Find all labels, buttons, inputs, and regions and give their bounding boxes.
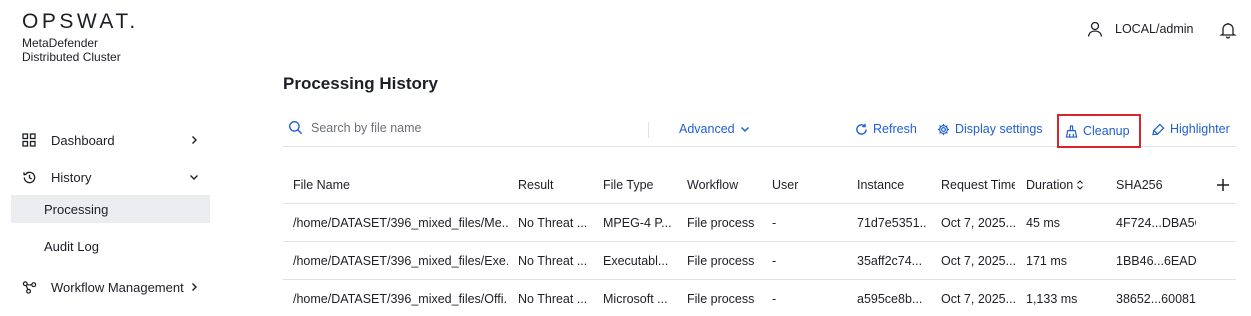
cell-sha256: 4F724...DBA5C (1116, 216, 1196, 230)
sidebar-item-label: Audit Log (44, 238, 99, 254)
search-box (288, 120, 628, 135)
column-header-file-name[interactable]: File Name (293, 166, 508, 204)
sidebar-item-history[interactable]: History (11, 163, 210, 191)
brand: OPSWAT. MetaDefender Distributed Cluster (22, 10, 139, 64)
highlighter-button[interactable]: Highlighter (1152, 122, 1230, 136)
column-header-duration[interactable]: Duration (1026, 166, 1106, 204)
cell-file-name: /home/DATASET/396_mixed_files/Me... (293, 216, 508, 230)
table-row[interactable]: /home/DATASET/396_mixed_files/Exe... No … (283, 242, 1236, 280)
cell-user: - (772, 216, 777, 230)
opswat-logo: OPSWAT. (22, 10, 139, 33)
cell-result: No Threat ... (518, 254, 588, 268)
sort-icon[interactable] (1076, 180, 1084, 190)
column-header-instance[interactable]: Instance (857, 166, 927, 204)
processing-history-table: File Name Result File Type Workflow User… (283, 166, 1236, 316)
bell-icon[interactable] (1219, 21, 1237, 39)
cell-file-type: Executabl... (603, 254, 669, 268)
cell-request-time: Oct 7, 2025... (941, 216, 1015, 230)
user-icon (1087, 21, 1103, 37)
advanced-filter-button[interactable]: Advanced (679, 122, 750, 136)
sidebar-item-label: Processing (44, 201, 109, 217)
cell-sha256: 1BB46...6EADE (1116, 254, 1196, 268)
advanced-label: Advanced (679, 122, 735, 136)
sidebar-item-label: Workflow Management (51, 279, 184, 295)
cell-request-time: Oct 7, 2025... (941, 292, 1015, 306)
table-header: File Name Result File Type Workflow User… (283, 166, 1236, 204)
sidebar-item-audit-log[interactable]: Audit Log (11, 232, 210, 260)
grid-icon (20, 131, 38, 149)
cell-result: No Threat ... (518, 292, 588, 306)
table-row[interactable]: /home/DATASET/396_mixed_files/Offi... No… (283, 280, 1236, 316)
cell-duration: 171 ms (1026, 254, 1067, 268)
duration-header-label: Duration (1026, 178, 1074, 192)
cell-user: - (772, 292, 777, 306)
refresh-button[interactable]: Refresh (855, 122, 917, 136)
chevron-right-icon (187, 280, 201, 294)
cell-workflow: File process (687, 254, 755, 268)
history-icon (20, 168, 38, 186)
highlighter-icon (1152, 123, 1165, 135)
sidebar-item-dashboard[interactable]: Dashboard (11, 126, 210, 154)
cell-duration: 1,133 ms (1026, 292, 1078, 306)
cell-instance: a595ce8b... (857, 292, 923, 306)
sidebar-item-label: Dashboard (51, 132, 115, 148)
sidebar-item-label: History (51, 169, 92, 185)
cell-file-name: /home/DATASET/396_mixed_files/Exe... (293, 254, 508, 268)
cleanup-button[interactable]: Cleanup (1057, 114, 1141, 148)
cell-workflow: File process (687, 292, 755, 306)
broom-icon (1065, 124, 1078, 138)
column-header-result[interactable]: Result (518, 166, 588, 204)
cell-file-type: MPEG-4 P... (603, 216, 671, 230)
column-header-file-type[interactable]: File Type (603, 166, 671, 204)
user-menu[interactable]: LOCAL/admin (1086, 20, 1194, 38)
sidebar-item-processing[interactable]: Processing (11, 195, 210, 223)
refresh-icon (856, 123, 867, 135)
column-header-user[interactable]: User (772, 166, 812, 204)
cell-sha256: 38652...60081 (1116, 292, 1196, 306)
search-icon (288, 120, 303, 135)
cell-instance: 35aff2c74... (857, 254, 923, 268)
chevron-down-icon (187, 170, 201, 184)
cell-file-type: Microsoft ... (603, 292, 668, 306)
product-name-line1: MetaDefender (22, 36, 99, 50)
add-column-icon[interactable] (1215, 177, 1231, 193)
cell-instance: 71d7e5351... (857, 216, 927, 230)
cell-request-time: Oct 7, 2025... (941, 254, 1015, 268)
search-input[interactable] (311, 120, 611, 135)
product-name-line2: Distributed Cluster (22, 50, 121, 64)
cell-duration: 45 ms (1026, 216, 1061, 230)
sidebar-item-workflow-management[interactable]: Workflow Management (11, 273, 210, 301)
user-name: LOCAL/admin (1115, 22, 1194, 36)
cell-file-name: /home/DATASET/396_mixed_files/Offi... (293, 292, 508, 306)
table-row[interactable]: /home/DATASET/396_mixed_files/Me... No T… (283, 204, 1236, 242)
toolbar-divider (648, 122, 649, 138)
display-settings-label: Display settings (955, 122, 1043, 136)
cell-result: No Threat ... (518, 216, 588, 230)
column-header-request-time[interactable]: Request Time (941, 166, 1015, 204)
cell-workflow: File process (687, 216, 755, 230)
chevron-right-icon (187, 133, 201, 147)
highlighter-label: Highlighter (1170, 122, 1230, 136)
page-title: Processing History (283, 74, 438, 93)
toolbar: Advanced Refresh Display settings Cleanu… (283, 114, 1236, 148)
column-header-workflow[interactable]: Workflow (687, 166, 762, 204)
gear-icon (937, 123, 950, 135)
chevron-down-icon (740, 126, 749, 133)
display-settings-button[interactable]: Display settings (937, 122, 1043, 136)
cleanup-label: Cleanup (1083, 124, 1130, 138)
column-header-sha256[interactable]: SHA256 (1116, 166, 1196, 204)
refresh-label: Refresh (873, 122, 917, 136)
workflow-icon (20, 278, 38, 296)
cell-user: - (772, 254, 777, 268)
